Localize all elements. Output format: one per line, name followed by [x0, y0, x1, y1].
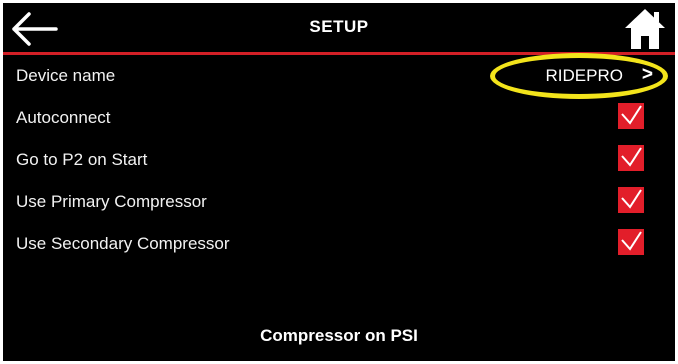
secondary-compressor-label: Use Secondary Compressor	[16, 234, 230, 253]
checkmark-icon	[621, 231, 642, 251]
device-name-label: Device name	[16, 66, 116, 85]
primary-compressor-label: Use Primary Compressor	[16, 192, 207, 211]
compressor-on-psi-heading: Compressor on PSI	[260, 326, 418, 345]
page-title: SETUP	[309, 17, 369, 36]
home-button[interactable]	[623, 6, 667, 52]
annotation-highlight-ellipse	[490, 53, 668, 99]
checkmark-icon	[621, 189, 642, 209]
autoconnect-row: Autoconnect	[3, 97, 675, 139]
autoconnect-label: Autoconnect	[16, 108, 111, 127]
primary-compressor-checkbox[interactable]	[618, 187, 644, 213]
setup-screen: SETUP Device name RIDEPRO > Autoconnect …	[3, 3, 675, 361]
checkmark-icon	[621, 105, 642, 125]
home-icon	[625, 9, 665, 49]
go-to-p2-row: Go to P2 on Start	[3, 139, 675, 181]
go-to-p2-label: Go to P2 on Start	[16, 150, 148, 169]
go-to-p2-checkbox[interactable]	[618, 145, 644, 171]
secondary-compressor-checkbox[interactable]	[618, 229, 644, 255]
primary-compressor-row: Use Primary Compressor	[3, 181, 675, 223]
checkmark-icon	[621, 147, 642, 167]
secondary-compressor-row: Use Secondary Compressor	[3, 223, 675, 265]
autoconnect-checkbox[interactable]	[618, 103, 644, 129]
top-bar: SETUP	[3, 3, 675, 55]
